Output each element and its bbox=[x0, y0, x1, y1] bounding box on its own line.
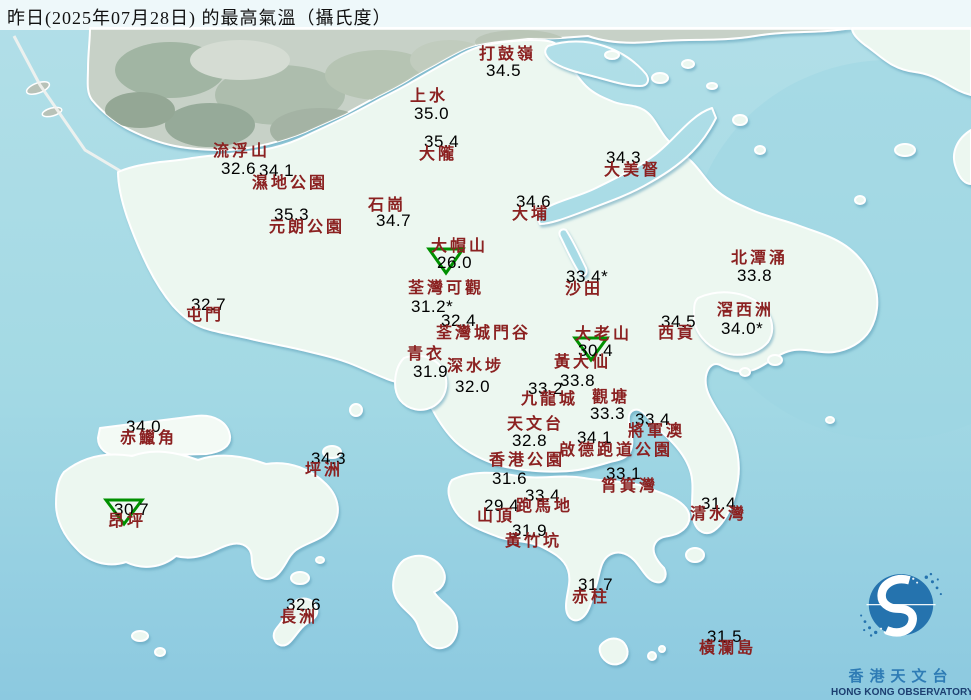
station-name: 大埔 bbox=[512, 206, 551, 223]
station-name: 元朗公園 bbox=[269, 219, 346, 236]
station-name: 啟德跑道公園 bbox=[559, 442, 674, 459]
station-value: 34.5 bbox=[486, 61, 522, 80]
station-name: 清水灣 bbox=[690, 506, 748, 523]
station-value: 32.6 bbox=[221, 159, 257, 178]
hko-max-temperature-map-screen: 昨日(2025年07月28日) 的最高氣溫（攝氏度） 34.5 打鼓嶺 35.0 上水… bbox=[0, 0, 971, 700]
station-value: 33.8 bbox=[560, 371, 596, 390]
station-value: 32.8 bbox=[512, 431, 548, 450]
station-name: 赤鱲角 bbox=[120, 430, 178, 447]
stations-layer: 34.5 打鼓嶺 35.0 上水 35.4 大隴 34.3 大美督 32.6 流浮山 34.1 濕地公… bbox=[0, 0, 971, 700]
station-value: 34.7 bbox=[376, 211, 412, 230]
station-name: 流浮山 bbox=[213, 143, 271, 160]
station-name: 長洲 bbox=[280, 609, 319, 626]
hko-typhoon-icon bbox=[860, 572, 942, 637]
station-name: 屯門 bbox=[186, 307, 225, 324]
hko-logo-name-english: HONG KONG OBSERVATORY bbox=[831, 687, 971, 698]
station-name: 荃灣城門谷 bbox=[436, 325, 532, 342]
station-name: 橫瀾島 bbox=[699, 640, 757, 657]
station-name: 大帽山 bbox=[431, 238, 489, 255]
station-name: 大老山 bbox=[575, 326, 633, 343]
station-name: 上水 bbox=[410, 88, 449, 105]
station-name: 深水埗 bbox=[447, 358, 505, 375]
station-name: 濕地公園 bbox=[252, 175, 329, 192]
station-value: 31.9 bbox=[413, 362, 449, 381]
hko-logo-name-chinese: 香港天文台 bbox=[848, 669, 954, 685]
hko-logo: 香港天文台 HONG KONG OBSERVATORY bbox=[831, 568, 971, 698]
station-name: 大隴 bbox=[419, 146, 458, 163]
station-name: 天文台 bbox=[507, 416, 565, 433]
station-name: 西貢 bbox=[658, 325, 697, 342]
station-name: 打鼓嶺 bbox=[479, 46, 537, 63]
station-name: 跑馬地 bbox=[516, 498, 574, 515]
station-name: 觀塘 bbox=[592, 389, 631, 406]
station-name: 石崗 bbox=[368, 197, 407, 214]
station-name: 滘西洲 bbox=[717, 302, 775, 319]
station-name: 大美督 bbox=[604, 162, 662, 179]
station-name: 昂坪 bbox=[108, 513, 147, 530]
station-name: 筲箕灣 bbox=[601, 478, 659, 495]
station-name: 香港公園 bbox=[489, 452, 566, 469]
station-value: 33.3 bbox=[590, 404, 626, 423]
station-name: 山頂 bbox=[477, 508, 516, 525]
station-value: 32.0 bbox=[455, 377, 491, 396]
station-name: 九龍城 bbox=[521, 391, 579, 408]
station-value: 33.8 bbox=[737, 266, 773, 285]
station-name: 赤柱 bbox=[572, 589, 611, 606]
station-name: 北潭涌 bbox=[731, 250, 789, 267]
station-value: 35.0 bbox=[414, 104, 450, 123]
station-name: 黃大仙 bbox=[554, 354, 612, 371]
station-name: 荃灣可觀 bbox=[408, 280, 485, 297]
station-value: 26.0 bbox=[437, 253, 473, 272]
station-name: 青衣 bbox=[407, 346, 446, 363]
station-value: 34.0* bbox=[721, 319, 764, 338]
station-name: 黃竹坑 bbox=[505, 533, 563, 550]
station-name: 坪洲 bbox=[305, 462, 344, 479]
station-name: 沙田 bbox=[565, 281, 604, 298]
station-value: 31.6 bbox=[492, 469, 528, 488]
station-name: 將軍澳 bbox=[628, 423, 686, 440]
